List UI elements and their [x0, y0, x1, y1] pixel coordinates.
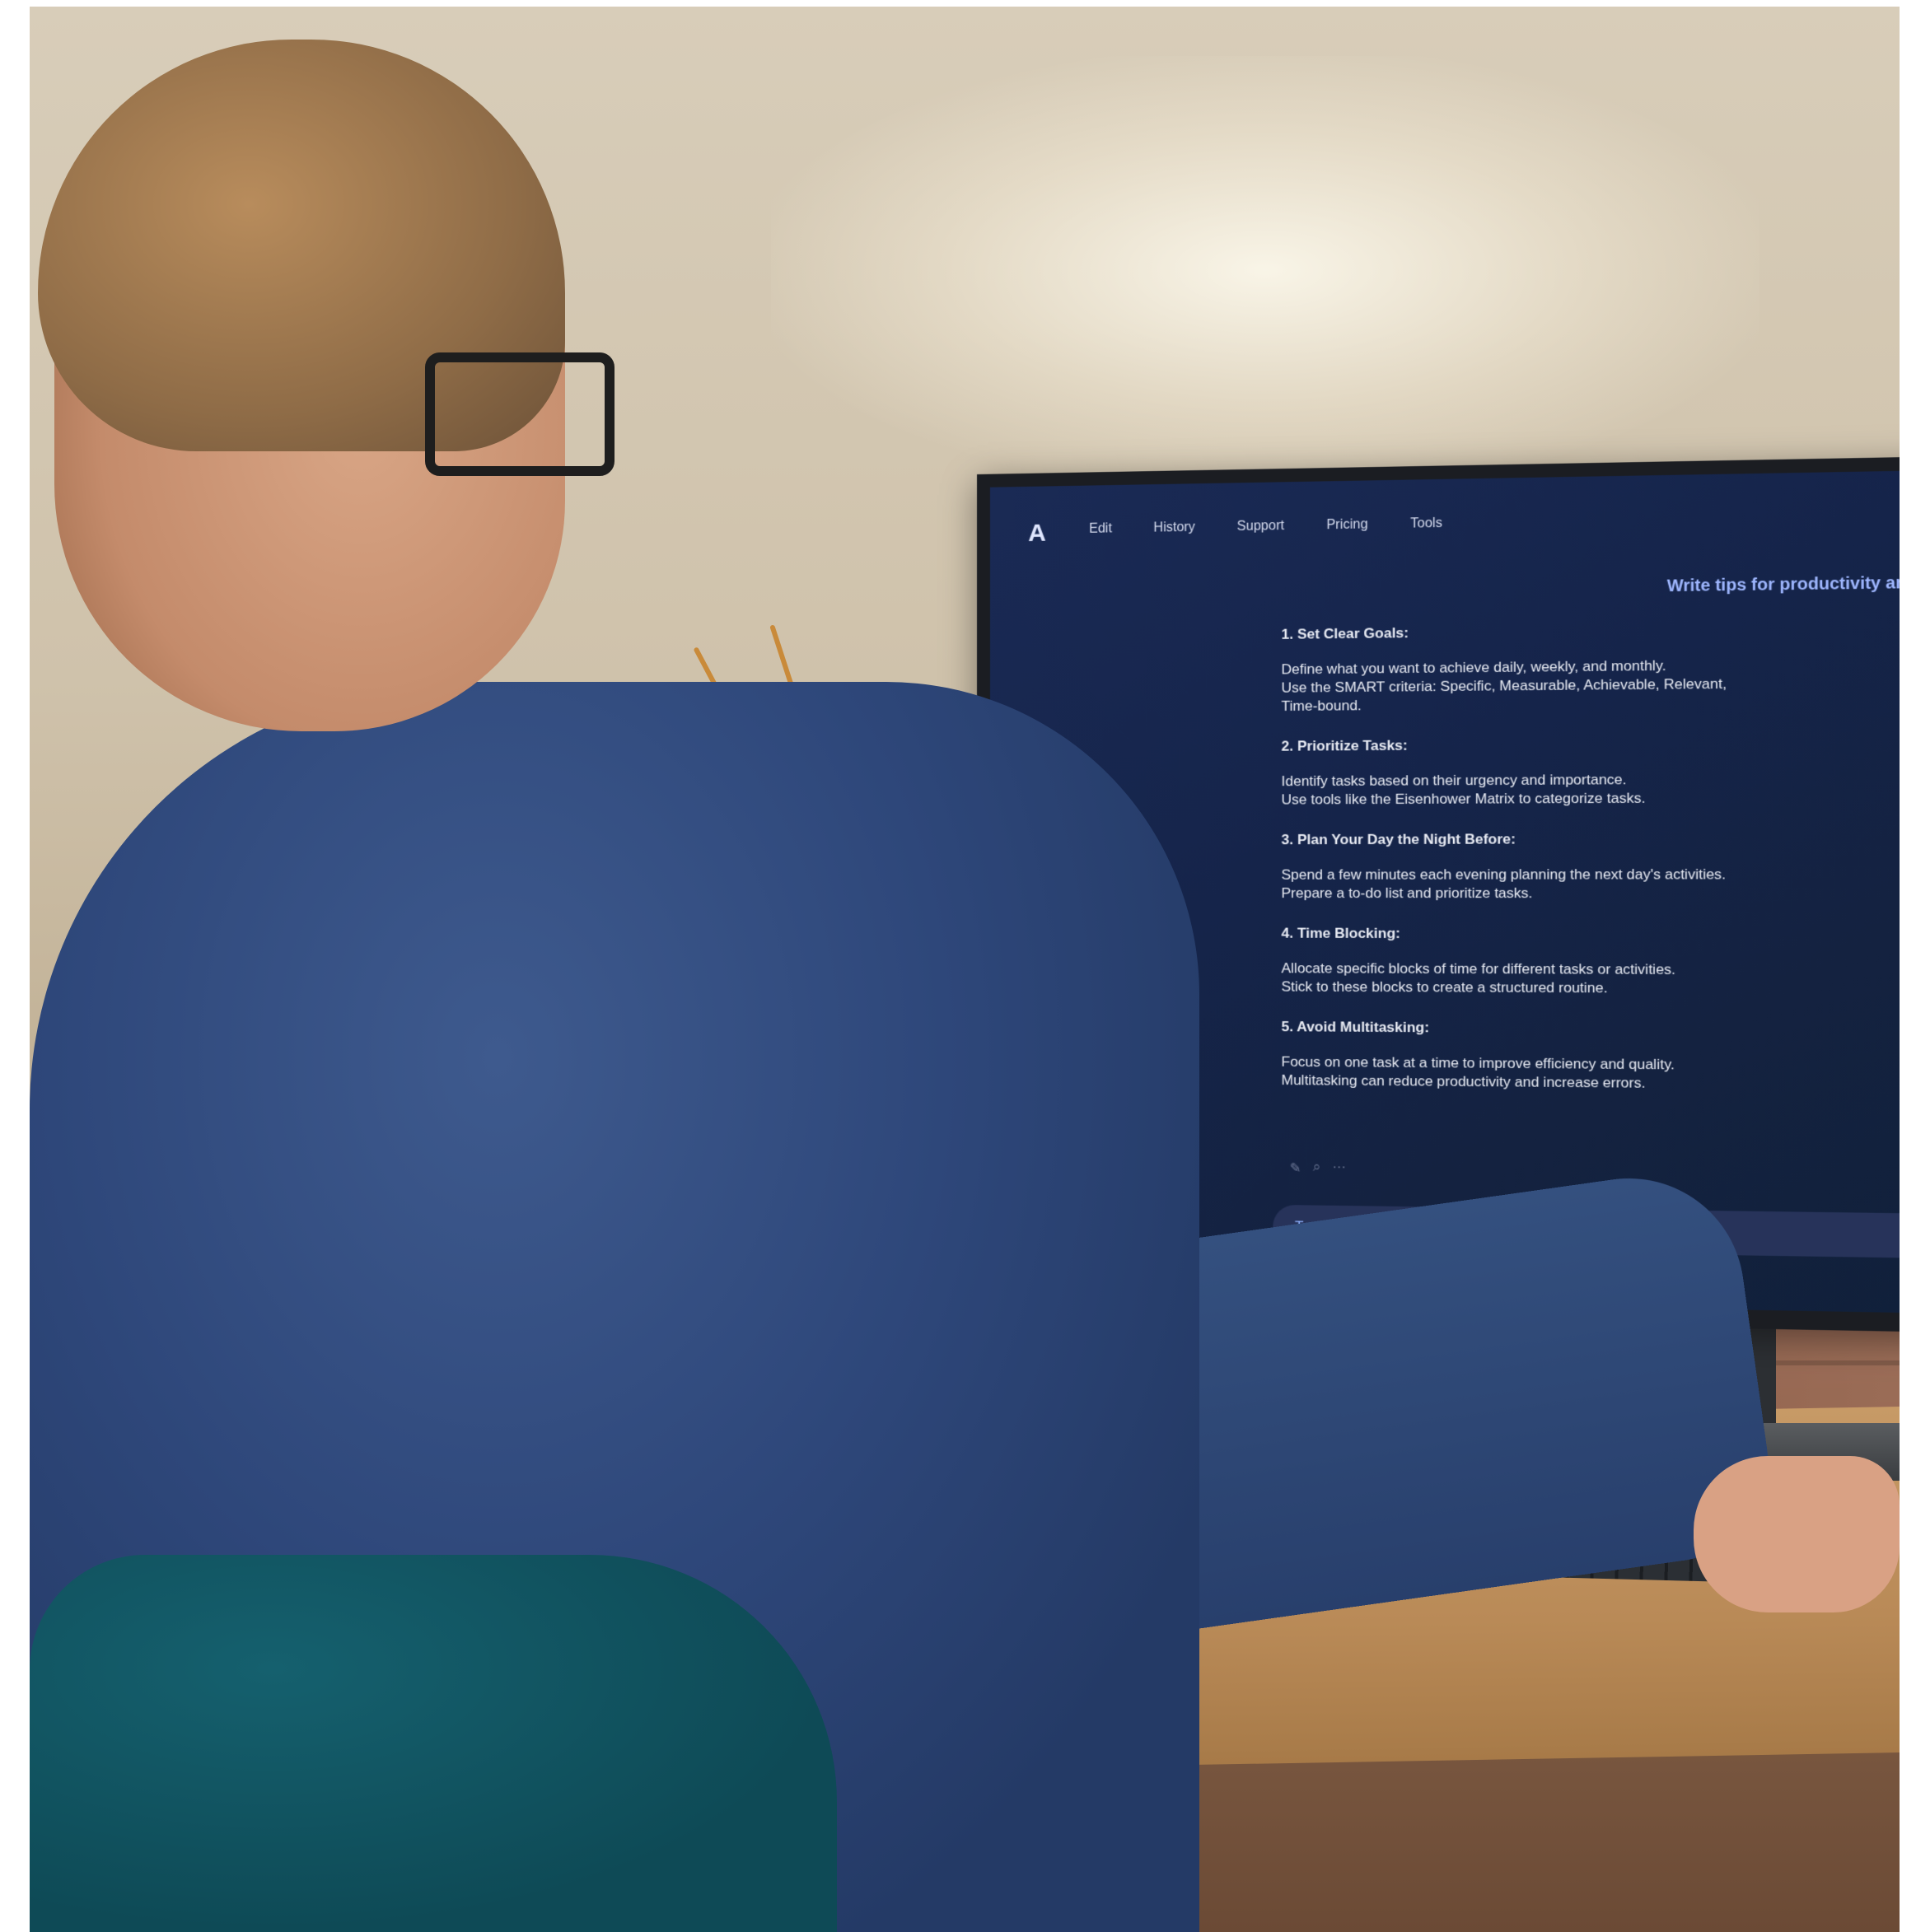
more-icon[interactable]: ···: [1332, 1160, 1345, 1178]
section-line: Stick to these blocks to create a struct…: [1281, 978, 1608, 996]
search-icon[interactable]: ⌕: [1313, 1160, 1320, 1177]
photo-scene: A Edit History Support Pricing Tools Wri…: [30, 7, 1900, 1932]
office-chair: [30, 1555, 837, 1932]
person-hand: [1694, 1456, 1900, 1612]
ai-response: 1. Set Clear Goals: Define what you want…: [1282, 618, 1900, 1118]
nav-tools[interactable]: Tools: [1410, 516, 1442, 532]
nav-history[interactable]: History: [1153, 520, 1194, 536]
section-line: Identify tasks based on their urgency an…: [1281, 771, 1627, 790]
section-heading: 5. Avoid Multitasking:: [1281, 1019, 1430, 1036]
section-line: Use tools like the Eisenhower Matrix to …: [1281, 790, 1646, 808]
section-heading: 1. Set Clear Goals:: [1281, 624, 1409, 642]
section-line: Multitasking can reduce productivity and…: [1281, 1071, 1646, 1091]
app-logo[interactable]: A: [1021, 517, 1053, 549]
response-section: 5. Avoid Multitasking: Focus on one task…: [1282, 1018, 1900, 1095]
section-heading: 4. Time Blocking:: [1281, 925, 1400, 942]
response-section: 4. Time Blocking: Allocate specific bloc…: [1282, 924, 1900, 999]
section-heading: 2. Prioritize Tasks:: [1281, 737, 1408, 754]
wall-light: [771, 56, 1759, 484]
user-prompt: Write tips for productivity and ti: [1666, 573, 1900, 596]
response-tools: ✎ ⌕ ···: [1290, 1160, 1346, 1177]
top-nav: Edit History Support Pricing Tools: [1089, 516, 1442, 537]
response-section: 2. Prioritize Tasks: Identify tasks base…: [1282, 733, 1900, 810]
section-line: Allocate specific blocks of time for dif…: [1281, 960, 1676, 978]
section-heading: 3. Plan Your Day the Night Before:: [1281, 831, 1516, 848]
nav-pricing[interactable]: Pricing: [1326, 517, 1367, 533]
glasses: [425, 352, 615, 476]
section-line: Spend a few minutes each evening plannin…: [1281, 866, 1727, 883]
pencil-icon[interactable]: ✎: [1290, 1160, 1301, 1176]
response-section: 1. Set Clear Goals: Define what you want…: [1282, 618, 1900, 716]
section-line: Prepare a to-do list and prioritize task…: [1281, 884, 1533, 902]
nav-edit[interactable]: Edit: [1089, 521, 1112, 537]
response-section: 3. Plan Your Day the Night Before: Spend…: [1282, 829, 1900, 903]
nav-support[interactable]: Support: [1237, 519, 1284, 534]
